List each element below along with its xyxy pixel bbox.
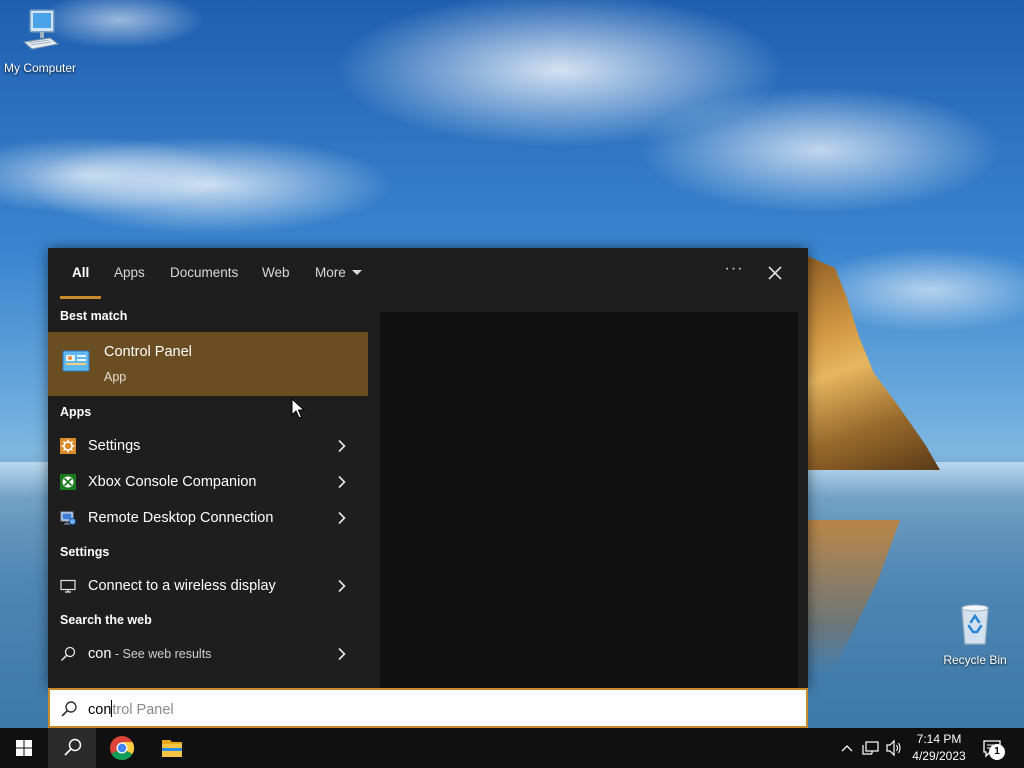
- network-status-button[interactable]: [860, 728, 882, 768]
- result-label: Settings: [88, 438, 141, 454]
- search-typed-text: con: [88, 702, 112, 718]
- search-box[interactable]: control Panel: [48, 688, 808, 728]
- search-icon: [64, 738, 82, 756]
- monitor-icon: [60, 578, 76, 594]
- chevron-right-icon[interactable]: [336, 439, 348, 453]
- active-tab-indicator: [60, 296, 101, 299]
- volume-button[interactable]: [884, 728, 904, 768]
- chevron-right-icon[interactable]: [336, 511, 348, 525]
- preview-pane: [380, 312, 798, 688]
- network-icon: [862, 741, 879, 755]
- xbox-icon: [60, 474, 76, 490]
- chevron-right-icon[interactable]: [336, 579, 348, 593]
- tab-apps[interactable]: Apps: [114, 265, 145, 280]
- taskbar-search-button[interactable]: [48, 728, 96, 768]
- chevron-right-icon[interactable]: [336, 647, 348, 661]
- taskbar-clock[interactable]: 7:14 PM 4/29/2023: [905, 731, 973, 765]
- search-icon: [60, 700, 78, 723]
- web-query: con: [88, 646, 112, 662]
- computer-icon: [0, 8, 80, 59]
- result-item-web-search[interactable]: con - See web results: [48, 636, 368, 672]
- start-icon: [16, 740, 32, 756]
- clock-time: 7:14 PM: [916, 732, 962, 746]
- tab-more[interactable]: More: [315, 265, 362, 280]
- recycle-bin-icon: [935, 602, 1015, 651]
- section-header-settings: Settings: [60, 545, 110, 559]
- taskbar-file-explorer-button[interactable]: [148, 728, 196, 768]
- tab-all[interactable]: All: [72, 265, 89, 280]
- desktop-icon-label: My Computer: [3, 61, 77, 75]
- result-item-remote-desktop-connection[interactable]: Remote Desktop Connection: [48, 500, 368, 536]
- close-icon: [768, 266, 782, 280]
- result-label: Remote Desktop Connection: [88, 510, 274, 526]
- search-autocomplete-suggestion: trol Panel: [112, 702, 174, 718]
- desktop-icon-my-computer[interactable]: My Computer: [0, 8, 80, 75]
- notification-count-badge: 1: [989, 744, 1005, 760]
- best-match-subtitle: App: [104, 370, 127, 384]
- section-header-best-match: Best match: [60, 309, 128, 323]
- web-query-suffix: - See web results: [111, 647, 212, 661]
- result-label: Connect to a wireless display: [88, 578, 276, 594]
- search-tabbar: All Apps Documents Web More ···: [48, 248, 808, 300]
- control-panel-icon: [62, 350, 90, 377]
- taskbar: 7:14 PM 4/29/2023 1: [0, 728, 1024, 768]
- search-input[interactable]: control Panel: [88, 700, 174, 718]
- clock-date: 4/29/2023: [912, 749, 966, 763]
- result-item-settings[interactable]: Settings: [48, 428, 368, 464]
- section-header-apps: Apps: [60, 405, 92, 419]
- best-match-control-panel[interactable]: Control Panel App: [48, 332, 368, 396]
- file-explorer-icon: [162, 740, 182, 757]
- chrome-icon: [110, 736, 135, 761]
- tab-documents[interactable]: Documents: [170, 265, 238, 280]
- search-icon: [60, 646, 76, 662]
- desktop-icon-recycle-bin[interactable]: Recycle Bin: [935, 602, 1015, 667]
- chevron-down-icon: [351, 270, 362, 275]
- chevron-right-icon[interactable]: [336, 475, 348, 489]
- mouse-pointer-icon: [291, 397, 306, 425]
- tab-more-label: More: [315, 265, 346, 280]
- close-button[interactable]: [762, 260, 788, 286]
- speaker-icon: [886, 739, 901, 757]
- best-match-title: Control Panel: [104, 344, 192, 360]
- chevron-up-icon: [841, 745, 853, 752]
- show-hidden-icons-button[interactable]: [838, 728, 856, 768]
- taskbar-chrome-button[interactable]: [98, 728, 146, 768]
- tab-web[interactable]: Web: [262, 265, 290, 280]
- more-options-button[interactable]: ···: [720, 260, 748, 286]
- search-panel: All Apps Documents Web More ··· Best mat…: [48, 248, 808, 688]
- result-label: Xbox Console Companion: [88, 474, 257, 490]
- settings-icon: [60, 438, 76, 454]
- start-button[interactable]: [0, 728, 48, 768]
- result-label: con - See web results: [88, 646, 211, 662]
- desktop-icon-label: Recycle Bin: [943, 653, 1007, 667]
- remote-desktop-icon: [60, 510, 76, 526]
- result-item-connect-wireless-display[interactable]: Connect to a wireless display: [48, 568, 368, 604]
- section-header-search-web: Search the web: [60, 613, 152, 627]
- result-item-xbox-console-companion[interactable]: Xbox Console Companion: [48, 464, 368, 500]
